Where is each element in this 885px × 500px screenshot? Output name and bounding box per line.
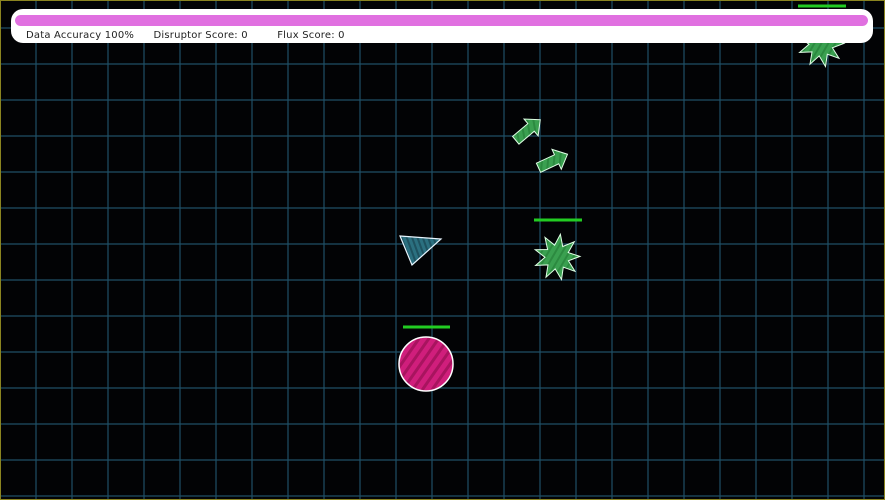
green-arrow-icon[interactable] [509,111,548,148]
pink-orb-icon[interactable] [398,325,454,392]
flux-value: 0 [338,30,345,41]
accuracy-value: 100% [104,30,135,41]
disruptor-stat: Disruptor Score: 0 [153,30,247,41]
hud-panel: Data Accuracy 100% Disruptor Score: 0 Fl… [11,9,873,43]
accuracy-bar-fill [15,15,868,26]
disruptor-label: Disruptor Score: [153,30,238,41]
hud-stats: Data Accuracy 100% Disruptor Score: 0 Fl… [26,30,345,41]
background-grid [0,0,885,500]
accuracy-bar [15,15,868,26]
flux-stat: Flux Score: 0 [277,30,345,41]
flux-label: Flux Score: [277,30,335,41]
green-star-enemy-icon[interactable] [533,218,582,281]
accuracy-stat: Data Accuracy 100% [26,30,134,41]
game-canvas[interactable] [0,0,885,500]
accuracy-label: Data Accuracy [26,30,102,41]
disruptor-value: 0 [241,30,248,41]
triangle-ship-icon[interactable] [399,235,443,267]
